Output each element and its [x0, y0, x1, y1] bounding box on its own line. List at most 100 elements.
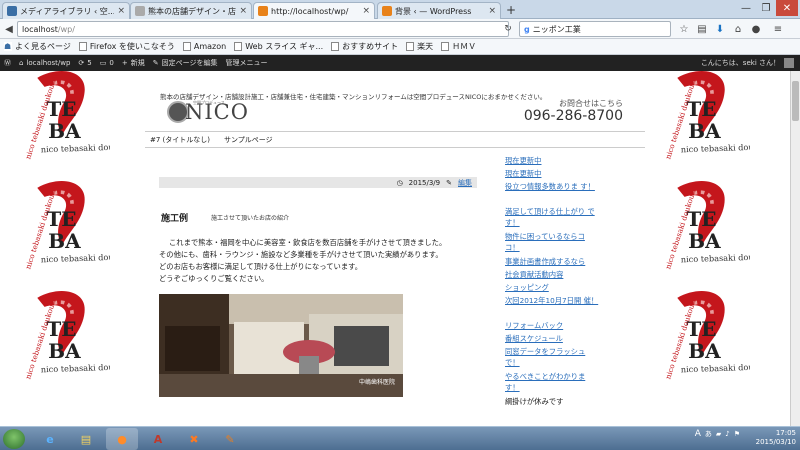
volume-icon[interactable]: ♪ — [725, 430, 729, 438]
new-tab-button[interactable]: + — [506, 3, 516, 17]
menu-item-sample-page[interactable]: サンプルページ — [224, 135, 273, 145]
sidebar-link[interactable]: 同窓データをフラッシュ で！ — [505, 346, 600, 368]
bookmark-star-icon[interactable]: ☆ — [676, 21, 692, 37]
sidebar-link[interactable]: 現在更新中 — [505, 155, 600, 166]
start-button[interactable] — [3, 429, 25, 449]
navigation-bar: ◀ localhost/wp/ ↻ g ニッポン工業 ☆ ▤ ⬇ ⌂ ● ≡ — [0, 19, 800, 39]
admin-site-link[interactable]: ⌂ localhost/wp — [19, 59, 70, 67]
bookmark-item[interactable]: おすすめサイト — [331, 41, 398, 52]
tebasaki-logo-tile: TEBAnico tebasaki doukoukainico tebasaki… — [663, 71, 750, 160]
minimize-button[interactable]: — — [736, 0, 756, 16]
sidebar-link[interactable]: リフォームバック — [505, 320, 600, 331]
ime-indicator[interactable]: A — [695, 429, 701, 439]
admin-manage[interactable]: 管理メニュー — [225, 58, 267, 68]
tab-strip: メディアライブラリ ‹ 空... × 熊本の店舗デザイン・店... × http… — [0, 0, 800, 19]
maximize-button[interactable]: ❐ — [756, 0, 776, 16]
sidebar-link[interactable]: 満足して頂ける仕上がり です！ — [505, 206, 600, 228]
site-container: 熊本の店舗デザイン・店舗設計施工・店舗兼住宅・住宅建築・マンションリフォームは空… — [145, 71, 645, 426]
admin-new[interactable]: + 新規 — [122, 58, 145, 68]
download-icon[interactable]: ⬇ — [712, 21, 728, 37]
reload-icon[interactable]: ↻ — [500, 21, 516, 37]
avatar[interactable] — [784, 58, 794, 68]
tab-title: 背景 ‹ — WordPress — [395, 6, 472, 16]
close-tab-icon[interactable]: × — [488, 6, 496, 16]
url-bar[interactable]: localhost/wp/ — [17, 21, 509, 37]
post-meta: ◷ 2015/3/9 ✎ 編集 — [159, 177, 477, 188]
ime-icon[interactable]: あ — [705, 429, 712, 439]
access-icon[interactable]: A — [142, 428, 174, 450]
windows-taskbar: e ▤ ● A ✖ ✎ A あ ▰ ♪ ⚑ 17:05 2015/03/10 — [0, 426, 800, 450]
page-icon — [331, 42, 340, 51]
close-tab-icon[interactable]: × — [362, 6, 370, 16]
page-icon — [78, 42, 87, 51]
close-tab-icon[interactable]: × — [117, 6, 125, 16]
admin-updates[interactable]: ⟳ 5 — [78, 59, 91, 67]
bookmark-item[interactable]: 楽天 — [406, 41, 433, 52]
page-scrollbar[interactable] — [790, 71, 800, 426]
logo-script-text: nico tebasaki doukoukai — [681, 141, 750, 155]
xampp-icon[interactable]: ✖ — [178, 428, 210, 450]
sidebar-link[interactable]: 番組スケジュール — [505, 333, 600, 344]
admin-edit-page[interactable]: ✎ 固定ページを編集 — [153, 58, 218, 68]
admin-greeting[interactable]: こんにちは、seki さん！ — [701, 58, 780, 68]
logo-text-ba: BA — [688, 119, 721, 143]
bookmark-item[interactable]: Amazon — [182, 42, 226, 51]
sidebar-link[interactable]: 社会貢献活動内容 — [505, 269, 600, 280]
home-icon[interactable]: ⌂ — [730, 21, 746, 37]
bookmarks-bar: ☗ よく見るページ Firefox を使いこなそう Amazon Web スライス… — [0, 39, 800, 55]
logo-text-ba: BA — [688, 339, 721, 363]
tab-localhost[interactable]: http://localhost/wp/ × — [253, 2, 375, 19]
system-clock[interactable]: 17:05 2015/03/10 — [756, 429, 796, 447]
window-close-button[interactable]: ✕ — [776, 0, 798, 16]
bookmark-item[interactable]: ＨＭＶ — [441, 41, 476, 52]
sidebar-link[interactable]: ショッピング — [505, 282, 600, 293]
logo-script-text: nico tebasaki doukoukai — [681, 251, 750, 265]
reading-list-icon[interactable]: ▤ — [694, 21, 710, 37]
sidebar-link[interactable]: やるべきことがわかりま す！ — [505, 371, 600, 393]
tab-kumamoto[interactable]: 熊本の店舗デザイン・店... × — [130, 2, 252, 19]
edit-icon: ✎ — [446, 178, 452, 187]
url-path: /wp/ — [57, 24, 75, 34]
tab-media-library[interactable]: メディアライブラリ ‹ 空... × — [2, 2, 130, 19]
sidebar-link[interactable]: 役立つ情報多数ありま す！ — [505, 181, 600, 192]
network-icon[interactable]: ▰ — [716, 430, 721, 438]
photo-caption: 中嶋歯科医院 — [358, 379, 395, 386]
bookmark-item[interactable]: ☗ よく見るページ — [4, 41, 71, 52]
search-input[interactable]: g ニッポン工業 — [519, 21, 671, 37]
scrollbar-thumb[interactable] — [792, 81, 799, 121]
page-favicon-icon — [258, 6, 268, 16]
logo-subtitle: 空間プロデュース — [193, 100, 225, 105]
clinic-photo[interactable]: 中嶋歯科医院 — [159, 294, 403, 397]
back-icon[interactable]: ◀ — [1, 21, 17, 37]
edit-link[interactable]: 編集 — [458, 178, 472, 188]
wp-admin-bar: Ⓦ ⌂ localhost/wp ⟳ 5 ▭ 0 + 新規 ✎ 固定ページを編集… — [0, 55, 800, 71]
contact-phone[interactable]: 096-286-8700 — [524, 108, 623, 124]
tab-title: http://localhost/wp/ — [271, 6, 349, 16]
tab-background[interactable]: 背景 ‹ — WordPress × — [377, 2, 501, 19]
chat-icon[interactable]: ● — [748, 21, 764, 37]
flag-icon[interactable]: ⚑ — [734, 430, 740, 438]
close-tab-icon[interactable]: × — [239, 6, 247, 16]
wp-logo-icon[interactable]: Ⓦ — [4, 58, 11, 68]
bookmark-item[interactable]: Web スライス ギャ... — [234, 41, 323, 52]
explorer-icon[interactable]: ▤ — [70, 428, 102, 450]
menu-item-untitled[interactable]: #7 (タイトルなし) — [150, 135, 210, 145]
google-icon: g — [524, 24, 530, 34]
post-date: 2015/3/9 — [408, 178, 441, 187]
page-icon — [441, 42, 450, 51]
sidebar-link[interactable]: 物件に困っているならコ コ！ — [505, 231, 600, 253]
firefox-icon[interactable]: ● — [106, 428, 138, 450]
sidebar-link[interactable]: 事業計画書作成するなら — [505, 256, 600, 267]
admin-comments[interactable]: ▭ 0 — [100, 59, 114, 67]
logo-text-ba: BA — [688, 229, 721, 253]
tebasaki-logo-tile: TEBAnico tebasaki doukoukainico tebasaki… — [663, 291, 750, 380]
clock-icon: ◷ — [396, 178, 403, 187]
ie-icon[interactable]: e — [34, 428, 66, 450]
sidebar-link[interactable]: 現在更新中 — [505, 168, 600, 179]
system-tray: A あ ▰ ♪ ⚑ — [695, 429, 740, 439]
sidebar-link[interactable]: 次回2012年10月7日開 催！ — [505, 295, 600, 306]
bookmark-item[interactable]: Firefox を使いこなそう — [78, 41, 175, 52]
menu-icon[interactable]: ≡ — [770, 21, 786, 37]
logo-text-ba: BA — [48, 339, 81, 363]
tool-icon[interactable]: ✎ — [214, 428, 246, 450]
